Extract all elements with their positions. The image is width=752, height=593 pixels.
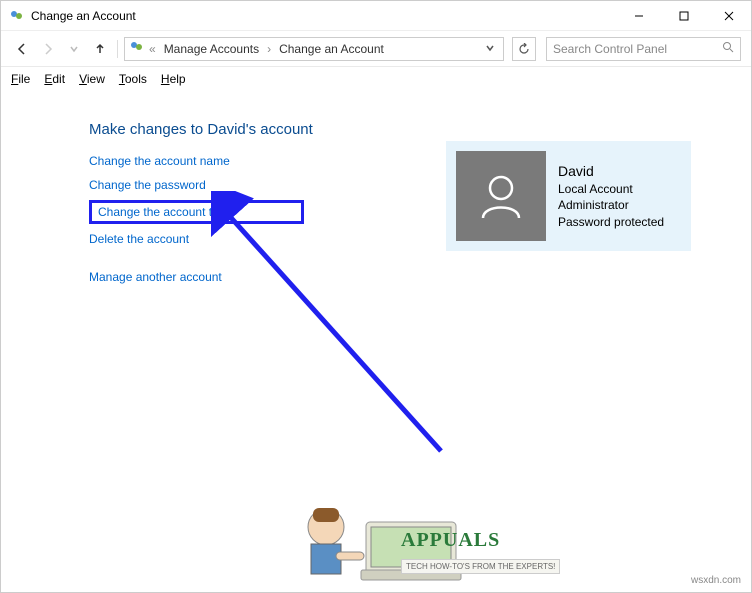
menu-edit[interactable]: Edit — [44, 72, 65, 86]
close-button[interactable] — [706, 1, 751, 30]
breadcrumb-sep-back[interactable]: « — [149, 42, 156, 56]
account-protection: Password protected — [558, 214, 664, 230]
menu-view[interactable]: View — [79, 72, 105, 86]
titlebar: Change an Account — [1, 1, 751, 31]
appuals-logo-text: APPUALS — [401, 529, 500, 552]
account-role: Administrator — [558, 197, 664, 213]
breadcrumb-change-account[interactable]: Change an Account — [275, 42, 388, 56]
up-button[interactable] — [89, 38, 111, 60]
back-button[interactable] — [11, 38, 33, 60]
app-icon — [9, 8, 25, 24]
search-box[interactable] — [546, 37, 741, 61]
recent-dropdown[interactable] — [63, 38, 85, 60]
window-controls — [616, 1, 751, 30]
account-card: David Local Account Administrator Passwo… — [446, 141, 691, 251]
avatar — [456, 151, 546, 241]
breadcrumb-manage-accounts[interactable]: Manage Accounts — [160, 42, 263, 56]
toolbar: « Manage Accounts › Change an Account — [1, 31, 751, 67]
minimize-button[interactable] — [616, 1, 661, 30]
account-info: David Local Account Administrator Passwo… — [558, 162, 664, 229]
menubar: File Edit View Tools Help — [1, 67, 751, 91]
link-change-type[interactable]: Change the account type — [89, 200, 304, 224]
address-bar[interactable]: « Manage Accounts › Change an Account — [124, 37, 504, 61]
forward-button[interactable] — [37, 38, 59, 60]
account-type: Local Account — [558, 181, 664, 197]
link-manage-another[interactable]: Manage another account — [89, 268, 751, 286]
refresh-button[interactable] — [512, 37, 536, 61]
appuals-tagline: TECH HOW-TO'S FROM THE EXPERTS! — [401, 559, 560, 574]
account-name: David — [558, 162, 664, 181]
menu-tools[interactable]: Tools — [119, 72, 147, 86]
maximize-button[interactable] — [661, 1, 706, 30]
search-input[interactable] — [553, 42, 722, 56]
window-title: Change an Account — [31, 9, 616, 23]
menu-help[interactable]: Help — [161, 72, 186, 86]
accounts-icon — [129, 39, 145, 58]
search-icon[interactable] — [722, 41, 734, 56]
separator — [117, 40, 118, 58]
watermark: wsxdn.com — [691, 575, 741, 586]
menu-file[interactable]: File — [11, 72, 30, 86]
page-title: Make changes to David's account — [89, 121, 751, 138]
chevron-right-icon: › — [267, 42, 271, 56]
address-dropdown[interactable] — [481, 42, 499, 56]
